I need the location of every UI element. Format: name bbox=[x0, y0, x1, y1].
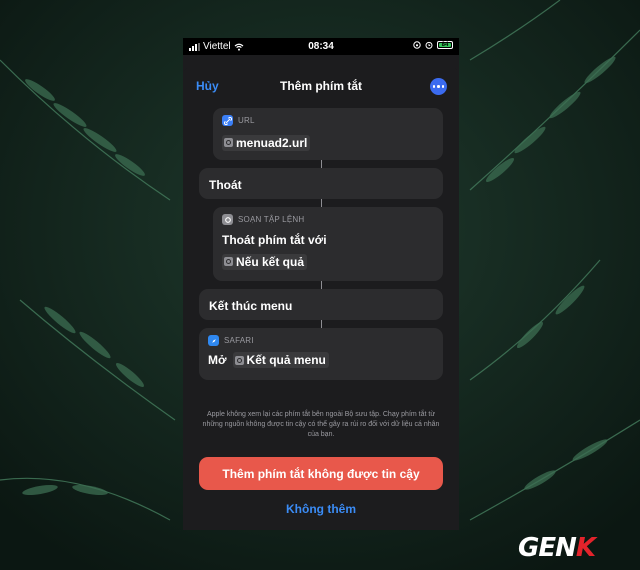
untrusted-disclaimer: Apple không xem lại các phím tắt bên ngo… bbox=[202, 411, 440, 438]
alarm-icon bbox=[425, 41, 433, 49]
genk-watermark-logo: GEN K bbox=[518, 533, 596, 563]
status-bar: Viettel 08:34 84 bbox=[183, 38, 459, 55]
variable-token-menu-result[interactable]: Kết quả menu bbox=[232, 352, 329, 368]
status-right-group: 84 bbox=[413, 41, 453, 49]
navigation-bar: Hủy Thêm phím tắt bbox=[183, 66, 459, 104]
action-header-safari: SAFARI bbox=[208, 335, 434, 346]
cancel-button[interactable]: Hủy bbox=[196, 79, 219, 93]
logo-text-k: K bbox=[575, 533, 596, 563]
add-untrusted-shortcut-button[interactable]: Thêm phím tắt không được tin cậy bbox=[199, 457, 443, 490]
action-header-label: SAFARI bbox=[224, 336, 254, 345]
action-header-url: URL bbox=[222, 115, 434, 126]
flow-connector bbox=[321, 199, 322, 207]
action-card-scripting[interactable]: SOẠN TẬP LỆNH Thoát phím tắt với Nếu kết… bbox=[213, 207, 443, 281]
token-label: Nếu kết quả bbox=[236, 254, 305, 269]
gear-icon bbox=[224, 138, 233, 147]
more-options-button[interactable] bbox=[430, 78, 447, 95]
action-card-end-menu[interactable]: Kết thúc menu bbox=[199, 289, 443, 320]
variable-token-url[interactable]: menuad2.url bbox=[222, 134, 311, 151]
phone-screen: Viettel 08:34 84 Hủy Thêm phím tắt URL m… bbox=[183, 38, 459, 530]
dont-add-button[interactable]: Không thêm bbox=[199, 502, 443, 520]
flow-connector bbox=[321, 281, 322, 289]
flow-connector bbox=[321, 320, 322, 328]
action-header-scripting: SOẠN TẬP LỆNH bbox=[222, 214, 434, 225]
page-title: Thêm phím tắt bbox=[279, 79, 362, 93]
flow-connector bbox=[321, 160, 322, 168]
gear-icon bbox=[234, 355, 244, 365]
action-header-label: SOẠN TẬP LỆNH bbox=[238, 215, 305, 224]
battery-icon: 84 bbox=[437, 41, 453, 49]
gear-icon bbox=[224, 257, 233, 266]
action-text-open: Mở bbox=[208, 353, 227, 367]
add-shortcut-sheet: Hủy Thêm phím tắt URL menuad2.url Thoát … bbox=[183, 66, 459, 530]
action-header-label: URL bbox=[238, 116, 255, 125]
link-icon bbox=[222, 115, 233, 126]
action-card-exit[interactable]: Thoát bbox=[199, 168, 443, 199]
safari-compass-icon bbox=[208, 335, 219, 346]
action-label-exit: Thoát bbox=[209, 178, 242, 192]
ellipsis-icon bbox=[432, 85, 436, 88]
action-text-exit-with: Thoát phím tắt với bbox=[222, 233, 327, 247]
action-card-safari[interactable]: SAFARI Mở Kết quả menu bbox=[199, 328, 443, 380]
logo-text-gen: GEN bbox=[518, 533, 577, 563]
lock-rotation-icon bbox=[413, 41, 421, 49]
action-label-end-menu: Kết thúc menu bbox=[209, 299, 293, 313]
token-label: Kết quả menu bbox=[246, 353, 326, 367]
battery-level: 84 bbox=[441, 42, 449, 48]
variable-token-if-result[interactable]: Nếu kết quả bbox=[222, 253, 308, 270]
action-card-url[interactable]: URL menuad2.url bbox=[213, 108, 443, 160]
scripting-gear-icon bbox=[222, 214, 233, 225]
token-label: menuad2.url bbox=[236, 135, 308, 150]
